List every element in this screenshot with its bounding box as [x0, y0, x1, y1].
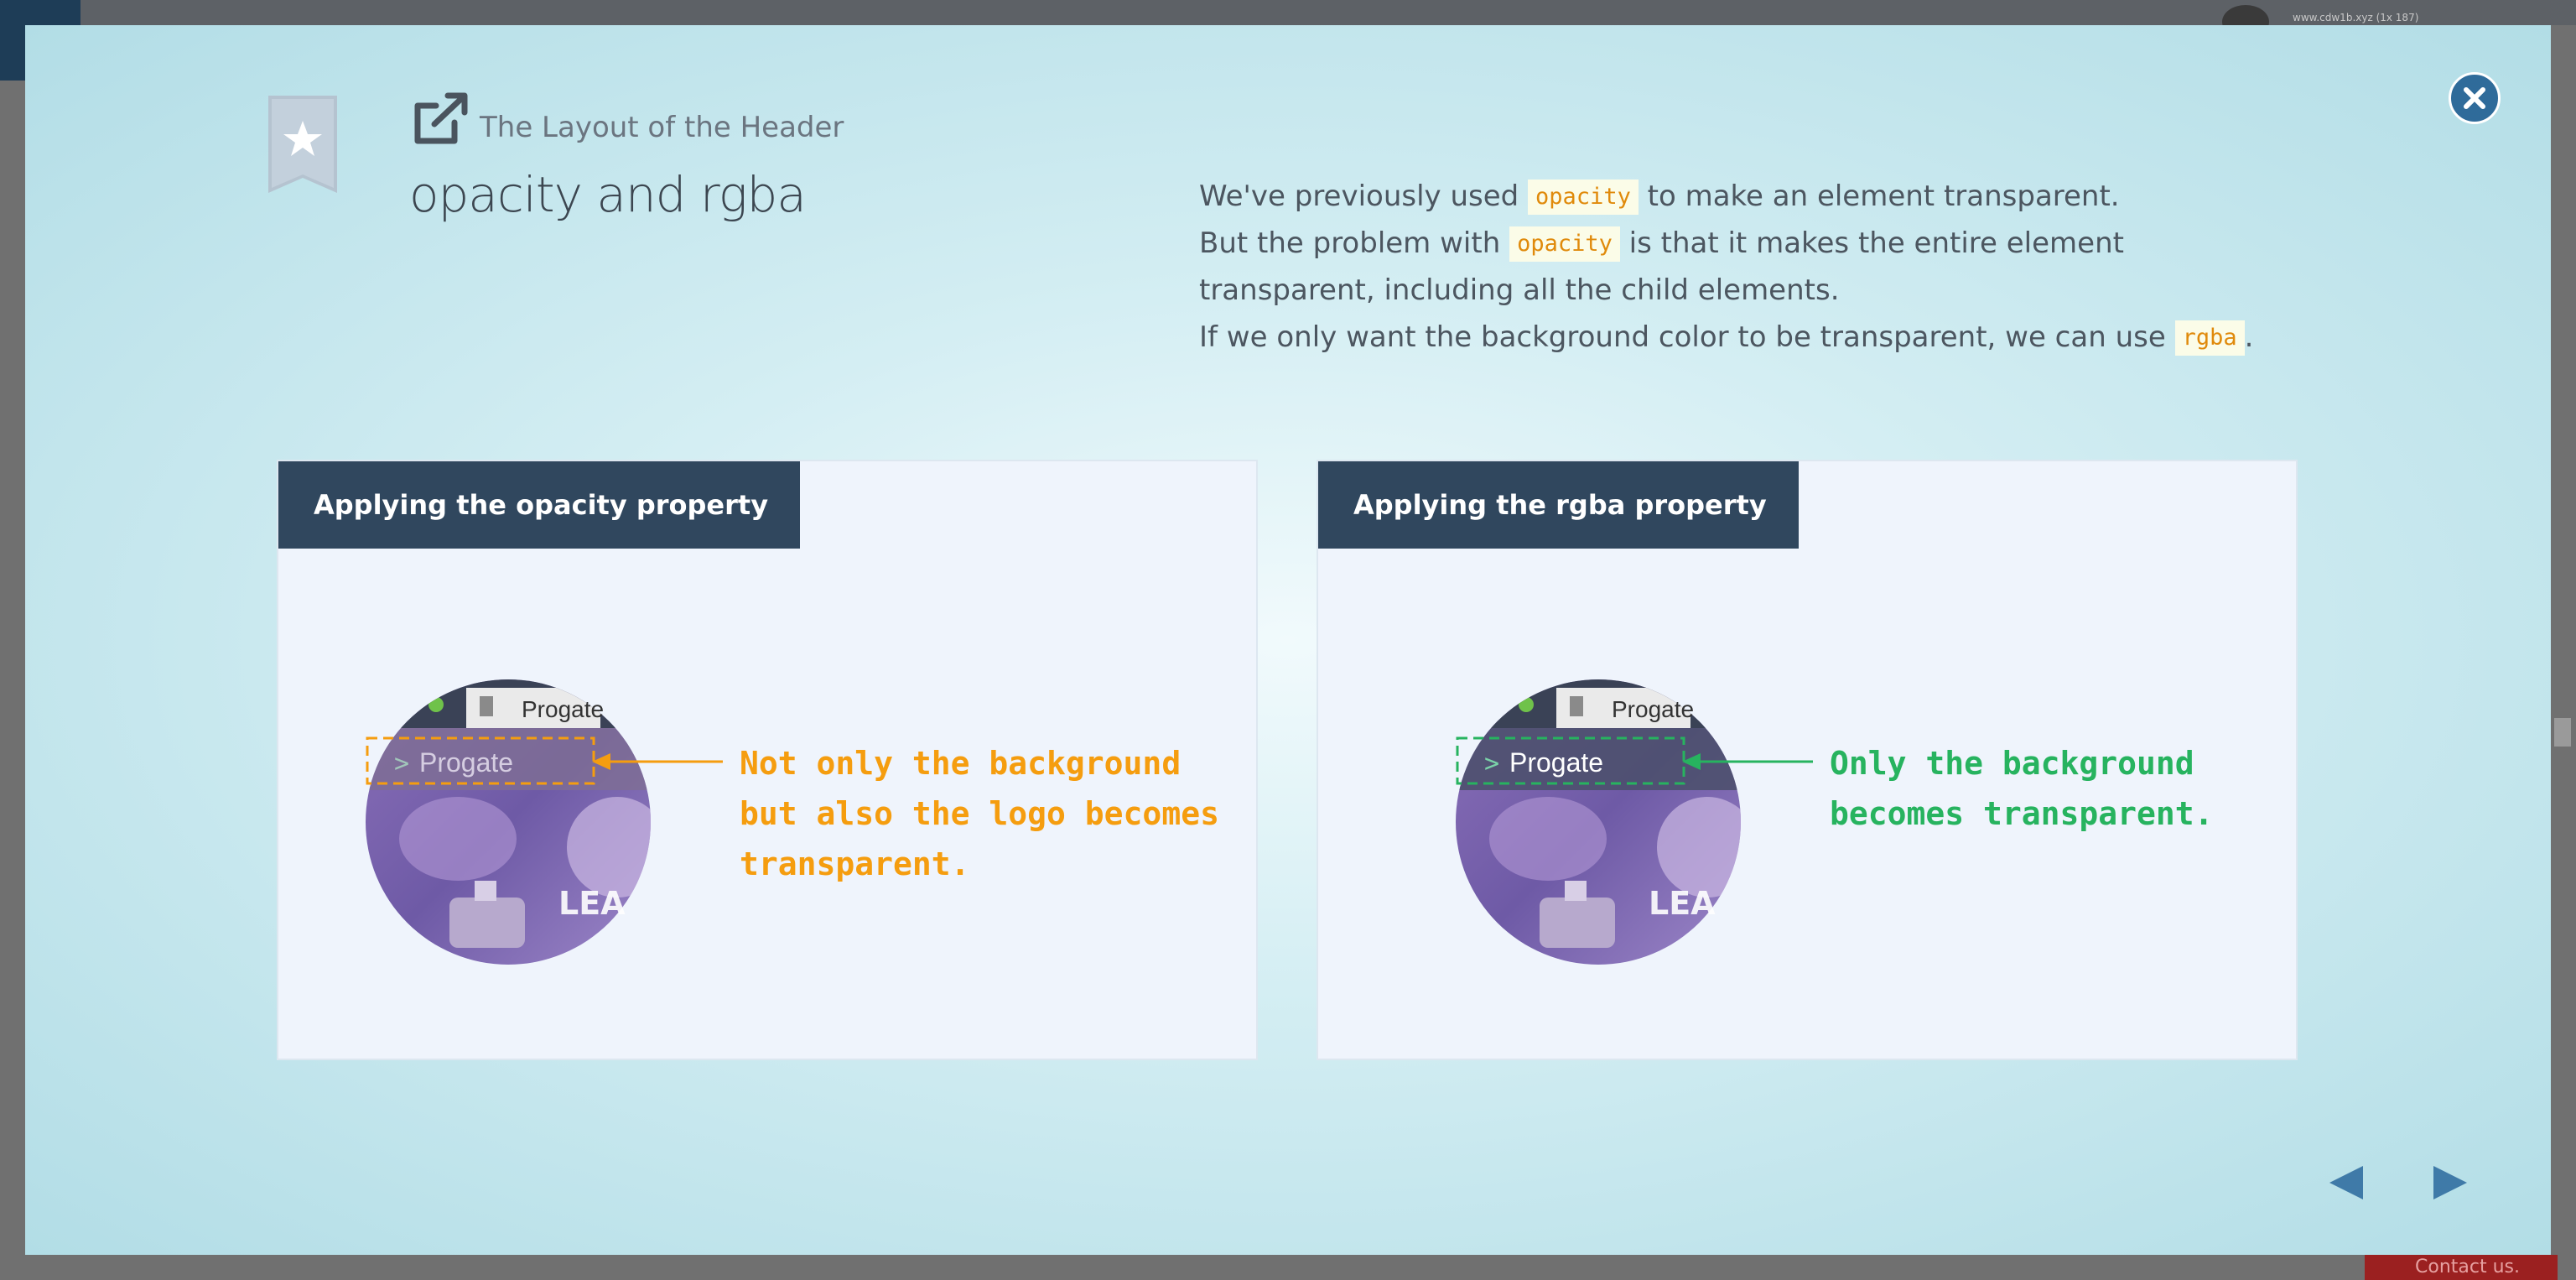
- desc-text: .: [2244, 320, 2254, 354]
- slide-modal: The Layout of the Header opacity and rgb…: [25, 25, 2551, 1255]
- arrow-left-icon: [1682, 753, 1813, 770]
- background-scrollbar: [2554, 718, 2571, 747]
- contact-button[interactable]: Contact us.: [2365, 1255, 2558, 1280]
- rgba-example-panel: Applying the rgba property Progate > Pro…: [1317, 460, 2298, 1060]
- arrow-right-icon: [2433, 1166, 2467, 1199]
- desc-text: If we only want the background color to …: [1199, 320, 2175, 354]
- code-snippet: opacity: [1509, 226, 1620, 262]
- lesson-title: The Layout of the Header: [480, 111, 844, 144]
- progate-logo-text: Progate: [1509, 747, 1603, 778]
- opacity-example-panel: Applying the opacity property Progate > …: [277, 460, 1258, 1060]
- banner-text: LEA: [558, 885, 626, 922]
- header-preview-image: Progate > Progate LEA: [366, 679, 651, 965]
- panel-header: Applying the rgba property: [1318, 461, 1799, 549]
- next-slide-button[interactable]: [2430, 1163, 2470, 1203]
- desc-text: We've previously used: [1199, 180, 1529, 213]
- previous-slide-button[interactable]: [2326, 1163, 2366, 1203]
- header-preview-image: Progate > Progate LEA: [1456, 679, 1741, 965]
- progate-logo-text: Progate: [419, 747, 513, 778]
- slide-description: We've previously used opacity to make an…: [1199, 173, 2289, 361]
- desc-text: But the problem with: [1199, 226, 1510, 260]
- external-link-icon: [411, 91, 471, 146]
- code-snippet: opacity: [1528, 180, 1639, 215]
- arrow-left-icon: [592, 753, 723, 770]
- slide-title: opacity and rgba: [409, 166, 807, 223]
- panel-header: Applying the opacity property: [278, 461, 801, 549]
- browser-tab-label: Progate: [522, 696, 604, 722]
- banner-text: LEA: [1649, 885, 1716, 922]
- background-url: www.cdw1b.xyz (1x 187): [2293, 12, 2419, 23]
- background-topbar: [0, 0, 2576, 25]
- svg-text:>: >: [1484, 749, 1499, 778]
- close-button[interactable]: [2449, 72, 2501, 124]
- annotation-text: Not only the background but also the log…: [740, 745, 1219, 882]
- bookmark-star-icon[interactable]: [268, 96, 337, 193]
- code-snippet: rgba: [2174, 320, 2245, 356]
- annotation-text: Only the background becomes transparent.: [1830, 745, 2214, 832]
- arrow-left-icon: [2329, 1166, 2363, 1199]
- desc-text: to make an element transparent.: [1638, 180, 2120, 213]
- close-icon: [2464, 87, 2485, 109]
- browser-tab-label: Progate: [1612, 696, 1694, 722]
- svg-text:>: >: [394, 749, 409, 778]
